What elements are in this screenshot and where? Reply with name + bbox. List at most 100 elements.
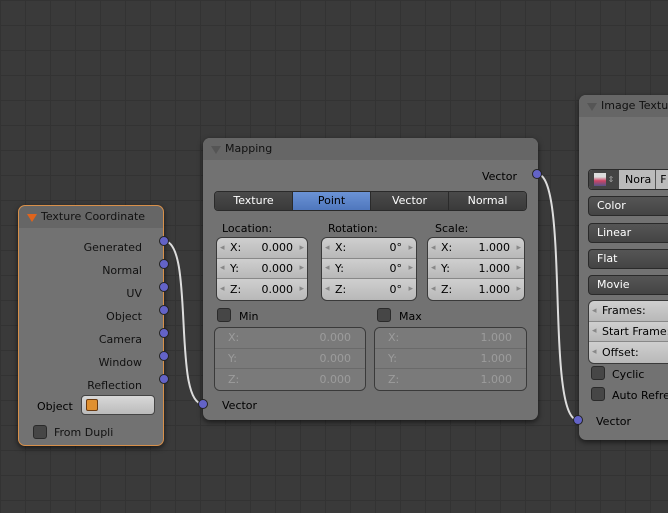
offset-field[interactable]: Offset:: [589, 342, 668, 363]
input-vector-label: Vector: [596, 415, 632, 428]
tab-vector[interactable]: Vector: [371, 192, 449, 210]
max-checkbox[interactable]: [377, 308, 391, 322]
scale-label: Scale:: [435, 222, 469, 235]
field-text: Y:: [441, 261, 450, 275]
max-fields: X: 1.000 Y: 1.000 Z: 1.000: [374, 327, 527, 391]
output-camera: Camera: [98, 333, 142, 346]
auto-refresh-checkbox[interactable]: [591, 387, 605, 401]
min-fields: X: 0.000 Y: 0.000 Z: 0.000: [214, 327, 366, 391]
node-header[interactable]: Image Textur: [579, 95, 668, 117]
link-mapping-to-image: [536, 173, 579, 421]
start-frame-field[interactable]: Start Frame:: [589, 321, 668, 342]
location-label: Location:: [222, 222, 273, 235]
field-text: X:: [228, 331, 240, 345]
output-generated: Generated: [83, 241, 142, 254]
fake-user-button[interactable]: F: [656, 170, 668, 189]
link-generated-to-mapping: [163, 240, 204, 405]
interpolation-dropdown[interactable]: Linear: [588, 223, 668, 243]
cyclic-label: Cyclic: [612, 368, 645, 381]
max-x[interactable]: X: 1.000: [375, 328, 526, 349]
socket-object[interactable]: [159, 305, 169, 315]
min-x[interactable]: X: 0.000: [215, 328, 365, 349]
from-dupli-checkbox[interactable]: [33, 425, 47, 439]
field-text: Z:: [388, 372, 400, 386]
field-text: 0°: [389, 282, 403, 296]
min-label: Min: [239, 310, 259, 323]
field-text: 0.000: [261, 282, 294, 296]
node-header[interactable]: Mapping: [203, 138, 538, 160]
socket-generated[interactable]: [159, 236, 169, 246]
tab-point[interactable]: Point: [293, 192, 371, 210]
image-name-field[interactable]: Nora: [619, 170, 657, 189]
tab-texture[interactable]: Texture: [215, 192, 293, 210]
min-z[interactable]: Z: 0.000: [215, 369, 365, 390]
node-header[interactable]: Texture Coordinate: [19, 206, 163, 228]
frames-field[interactable]: Frames:: [589, 301, 668, 322]
rotation-fields: X: 0° Y: 0° Z: 0°: [321, 237, 417, 301]
field-text: 0°: [389, 261, 403, 275]
cyclic-checkbox[interactable]: [591, 366, 605, 380]
object-label: Object: [37, 400, 73, 413]
min-checkbox[interactable]: [217, 308, 231, 322]
field-text: Z:: [230, 282, 242, 296]
output-normal: Normal: [102, 264, 142, 277]
field-text: X:: [335, 241, 347, 255]
node-title: Image Textur: [601, 99, 668, 112]
max-z[interactable]: Z: 1.000: [375, 369, 526, 390]
node-title: Texture Coordinate: [41, 210, 146, 223]
image-browse-icon[interactable]: ⇕: [589, 170, 619, 189]
scale-y[interactable]: Y: 1.000: [428, 258, 524, 279]
socket-mapping-input[interactable]: [198, 399, 208, 409]
field-text: Frames:: [602, 304, 646, 318]
field-text: 0.000: [261, 241, 294, 255]
field-text: X:: [230, 241, 242, 255]
min-y[interactable]: Y: 0.000: [215, 348, 365, 369]
node-title: Mapping: [225, 142, 273, 155]
max-y[interactable]: Y: 1.000: [375, 348, 526, 369]
output-uv: UV: [126, 287, 142, 300]
movie-fields: Frames: Start Frame: Offset:: [588, 300, 668, 364]
mapping-type-tabs[interactable]: Texture Point Vector Normal: [214, 191, 527, 211]
color-space-dropdown[interactable]: Color: [588, 196, 668, 216]
input-vector-label: Vector: [222, 399, 258, 412]
field-text: Z:: [335, 282, 347, 296]
projection-dropdown[interactable]: Flat: [588, 249, 668, 269]
mapping-node[interactable]: Mapping Vector Texture Point Vector Norm…: [203, 138, 538, 420]
scale-x[interactable]: X: 1.000: [428, 238, 524, 259]
collapse-icon[interactable]: [587, 103, 597, 111]
field-text: 1.000: [480, 372, 513, 386]
tab-normal[interactable]: Normal: [449, 192, 526, 210]
socket-mapping-output[interactable]: [532, 169, 542, 179]
field-text: Y:: [388, 351, 397, 365]
socket-window[interactable]: [159, 351, 169, 361]
socket-camera[interactable]: [159, 328, 169, 338]
collapse-icon[interactable]: [27, 214, 37, 222]
collapse-icon[interactable]: [211, 146, 221, 154]
field-text: 1.000: [478, 241, 511, 255]
socket-reflection[interactable]: [159, 374, 169, 384]
field-text: Y:: [228, 351, 237, 365]
object-field[interactable]: [81, 395, 155, 415]
source-dropdown[interactable]: Movie: [588, 275, 668, 295]
field-text: 1.000: [480, 351, 513, 365]
location-x[interactable]: X: 0.000: [217, 238, 307, 259]
image-texture-node[interactable]: Image Textur ⇕ Nora F Color Linear Flat …: [579, 95, 668, 440]
rotation-label: Rotation:: [328, 222, 378, 235]
scale-z[interactable]: Z: 1.000: [428, 279, 524, 300]
field-text: X:: [441, 241, 453, 255]
output-window: Window: [98, 356, 142, 369]
socket-normal[interactable]: [159, 259, 169, 269]
field-text: 1.000: [480, 331, 513, 345]
texture-coordinate-node[interactable]: Texture Coordinate Generated Normal UV O…: [18, 205, 164, 446]
from-dupli-label: From Dupli: [54, 426, 114, 439]
field-text: 0.000: [319, 351, 352, 365]
field-text: Start Frame:: [602, 324, 668, 338]
rotation-x[interactable]: X: 0°: [322, 238, 416, 259]
rotation-z[interactable]: Z: 0°: [322, 279, 416, 300]
location-y[interactable]: Y: 0.000: [217, 258, 307, 279]
socket-uv[interactable]: [159, 282, 169, 292]
location-z[interactable]: Z: 0.000: [217, 279, 307, 300]
rotation-y[interactable]: Y: 0°: [322, 258, 416, 279]
output-object: Object: [106, 310, 142, 323]
socket-image-input[interactable]: [573, 415, 583, 425]
